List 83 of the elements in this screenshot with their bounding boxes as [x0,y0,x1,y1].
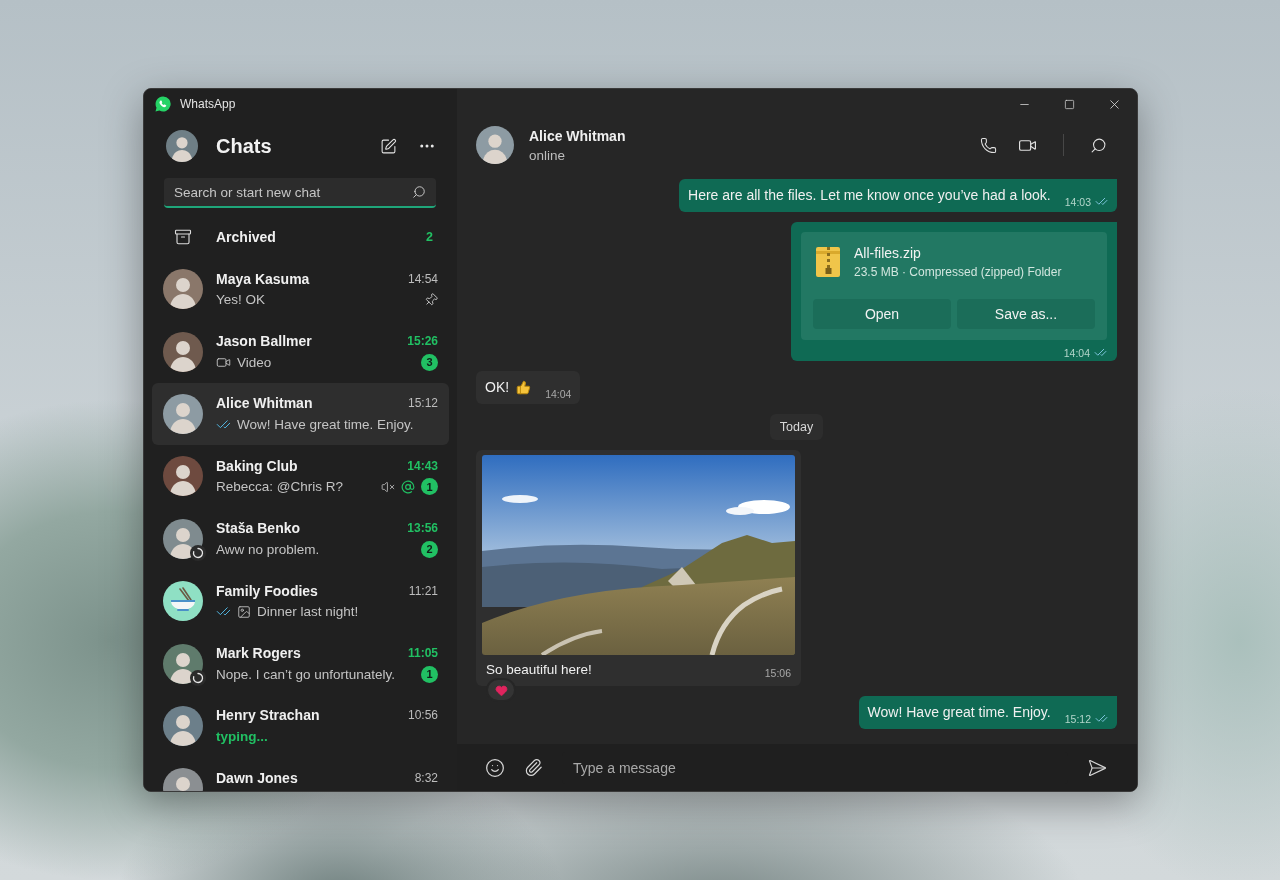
message-time: 14:04 [545,388,572,400]
message-preview: Dinner last night! [257,604,359,620]
unread-count: 1 [421,665,438,683]
unread-count: 1 [421,478,438,496]
contact-status: online [529,147,566,163]
compose-icon[interactable] [380,137,397,155]
bowl-avatar-icon [163,581,203,622]
message-preview: Video [237,354,272,370]
message-time: 15:12 [1064,712,1091,725]
search-icon [412,185,426,199]
message-preview: Nope. I can’t go unfortunately. [216,666,396,682]
message-preview: typing... [216,728,268,744]
chat-list-item[interactable]: Maya Kasuma 14:54 Yes! OK [152,258,449,321]
send-icon[interactable] [1087,757,1107,778]
message-text: Wow! Have great time. Enjoy. [867,703,1051,722]
archived-label[interactable]: Archived [216,229,276,245]
photo-caption: So beautiful here! [486,662,592,677]
file-action-button[interactable]: Open [813,299,951,329]
chat-time: 10:56 [407,708,438,723]
chat-list-item[interactable]: Henry Strachan 10:56 typing... [152,694,449,758]
unread-count: 3 [421,353,438,371]
person-avatar-icon [163,705,203,746]
window-title: WhatsApp [180,97,236,111]
search-field[interactable]: Search or start new chat [164,178,436,208]
chat-list-item[interactable]: Dawn Jones 8:32 [152,757,449,791]
message-time: 14:03 [1064,195,1091,208]
message-time: 14:04 [1063,346,1090,359]
file-details: 23.5 MB · Compressed (zipped) Folder [854,265,1062,279]
contact-name: Staša Benko [216,520,302,537]
message-time: 15:06 [764,667,791,679]
contact-name: Henry Strachan [216,707,321,724]
chat-time: 15:12 [407,396,438,411]
chat-time: 8:32 [414,770,438,785]
contact-name: Alice Whitman [529,127,626,144]
image-icon [237,604,251,619]
chats-heading: Chats [216,134,273,158]
contact-name: Family Foodies [216,582,319,599]
contact-name: Maya Kasuma [216,270,311,287]
contact-name: Dawn Jones [216,769,299,786]
person-avatar-icon [163,643,203,684]
chat-time: 13:56 [407,521,438,536]
message-preview: Yes! OK [216,292,266,308]
contact-name: Jason Ballmer [216,333,313,350]
chat-list-item[interactable]: Jason Ballmer 15:26 Video 3 [152,320,449,383]
archived-count: 2 [426,230,433,244]
phone-icon[interactable] [980,136,997,154]
message-preview: Wow! Have great time. Enjoy. [237,416,414,432]
chat-list-item[interactable]: Alice Whitman 15:12 Wow! Have great time. Enjoy. [152,382,449,446]
chat-time: 11:05 [407,646,438,661]
chat-time: 15:26 [407,334,438,349]
person-avatar-icon [163,456,203,497]
date-label: Today [769,414,824,440]
contact-name: Baking Club [216,457,299,474]
file-name: All-files.zip [854,245,921,261]
paperclip-icon[interactable] [524,758,543,777]
message-text: OK! [485,378,510,397]
message-text: Here are all the files. Let me know once you’ve had a look. [688,186,1051,205]
zip-folder-icon [816,247,840,277]
chat-list-item[interactable]: Baking Club 14:43 Rebecca: @Chris R? 1 [152,445,449,508]
person-avatar-icon [476,126,514,164]
chat-list-item[interactable]: Family Foodies 11:21 Dinner last night! [152,569,449,633]
person-avatar-icon [166,130,198,162]
message-preview: Rebecca: @Chris R? [216,479,343,495]
contact-name: Alice Whitman [216,395,314,412]
search-input[interactable]: Search or start new chat [174,184,412,200]
chat-time: 11:21 [408,583,438,598]
person-avatar-icon [163,393,203,434]
chat-list-item[interactable]: Mark Rogers 11:05 Nope. I can’t go unfortunately. 1 [152,632,449,695]
person-avatar-icon [163,331,203,372]
contact-name: Mark Rogers [216,645,302,662]
chat-time: 14:43 [407,458,438,473]
archive-box-icon [174,228,192,246]
person-avatar-icon [163,518,203,559]
chat-list-item[interactable]: Staša Benko 13:56 Aww no problem. 2 [152,507,449,570]
file-action-button[interactable]: Save as... [957,299,1095,329]
person-avatar-icon [163,269,203,310]
chat-time: 14:54 [407,271,438,286]
chat-logo-icon [155,96,171,112]
search-icon[interactable] [1090,136,1107,154]
unread-count: 2 [421,540,438,558]
maximize-icon[interactable] [1064,98,1075,110]
smiley-icon[interactable] [485,757,505,778]
message-preview: Aww no problem. [216,541,320,557]
